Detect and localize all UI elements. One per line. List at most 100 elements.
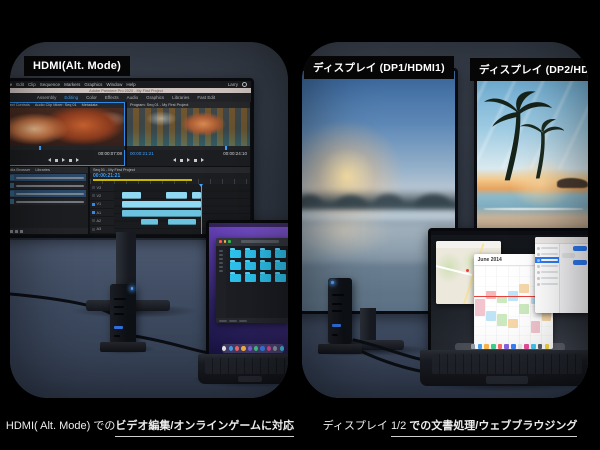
- menu-item: Sequence: [40, 82, 60, 87]
- dock-app-icon: [260, 346, 264, 351]
- menu-item: Clip: [28, 82, 36, 87]
- menu-item: Window: [106, 82, 122, 87]
- monitor-left: FileEditClipSequenceMarkersGraphicsWindo…: [10, 78, 254, 238]
- calendar-event: [497, 314, 506, 326]
- dock-app-icon: [267, 346, 271, 351]
- tab-libraries: Libraries: [35, 168, 50, 172]
- timeline-clip: [168, 219, 195, 225]
- record-icon: [194, 159, 197, 162]
- folder-icon: [275, 262, 286, 270]
- right-scene-panel: June 2014: [302, 42, 588, 398]
- calendar-event: [486, 311, 495, 321]
- sd-card-slot: [114, 298, 126, 300]
- surf-foam: [484, 208, 583, 210]
- program-timecode-current: 00:00:21:21: [130, 151, 154, 156]
- folder-icon: [275, 250, 286, 258]
- trackpad: [238, 376, 263, 383]
- treeline: [302, 167, 455, 210]
- dock-app-icon: [254, 346, 258, 351]
- folder-icon: [260, 262, 271, 270]
- dock-app-icon: [498, 344, 503, 349]
- workspace-tab: Audio: [127, 95, 139, 100]
- workspace-tab: Effects: [105, 95, 119, 100]
- folder-icon: [230, 262, 241, 270]
- premiere-menu-bar: FileEditClipSequenceMarkersGraphicsWindo…: [10, 81, 251, 88]
- track-header: A3: [90, 226, 114, 234]
- dock-stand: [318, 344, 362, 354]
- caption-right-underlined-bold: での文書処理/ウェブブラウジング: [409, 420, 577, 432]
- premiere-screen: FileEditClipSequenceMarkersGraphicsWindo…: [10, 81, 251, 235]
- project-item: [10, 190, 86, 197]
- tab-effect-controls: Effect Controls: [10, 103, 30, 107]
- dock-app-icon: [538, 344, 543, 349]
- dock-app-icon: [478, 344, 483, 349]
- account-name: Larry: [228, 82, 238, 87]
- chat-bubble: [573, 260, 587, 265]
- dock-app-icon: [531, 344, 536, 349]
- menu-item: Help: [126, 82, 135, 87]
- dock-app-icon: [491, 344, 496, 349]
- docking-station: [110, 284, 136, 344]
- caption-right: ディスプレイ 1/2 での文書処理/ウェブブラウジング: [300, 417, 600, 437]
- folder-icon: [245, 250, 256, 258]
- audio-jack: [332, 334, 338, 336]
- folder-icon: [260, 274, 271, 282]
- calendar-event: [519, 284, 528, 292]
- track-header: V1: [90, 201, 114, 209]
- laptop-right: June 2014: [428, 228, 588, 356]
- usb3-port: [332, 324, 341, 327]
- timeline-clip: [166, 192, 188, 199]
- work-area-bar: [93, 179, 192, 181]
- calendar-event: [531, 321, 540, 333]
- timeline-clip: [192, 192, 202, 199]
- keyboard: [205, 358, 288, 375]
- workspace-tabs: AssemblyEditingColorEffectsAudioGraphics…: [10, 93, 251, 102]
- source-timecode: 00:00:07:08: [98, 151, 122, 156]
- map-pin-icon: [466, 269, 469, 272]
- timeline-tab: Seq 01 - My First Project: [93, 168, 135, 172]
- chat-bubble: [562, 253, 574, 258]
- folder-icon: [245, 262, 256, 270]
- workspace-tab: Libraries: [172, 95, 189, 100]
- usb-port: [332, 310, 342, 312]
- dock-app-icon: [248, 346, 252, 351]
- tab-metadata: Metadata: [82, 103, 98, 107]
- timeline-clip: [122, 192, 141, 199]
- source-video-frame: [10, 108, 125, 146]
- dock-app-icon: [222, 346, 226, 351]
- monitor-stand: [360, 308, 376, 344]
- folder-icon: [260, 250, 271, 258]
- finder-path-bar: [216, 318, 288, 323]
- close-icon: [219, 240, 222, 243]
- power-led: [331, 281, 334, 284]
- playhead: [201, 184, 202, 234]
- dock-app-icon: [273, 346, 277, 351]
- messages-window: [535, 237, 588, 313]
- step-back-icon: [173, 158, 176, 162]
- finder-titlebar: [216, 238, 288, 246]
- calendar-event: [497, 296, 506, 303]
- calendar-event: [508, 319, 517, 327]
- menu-item: File: [10, 82, 12, 87]
- left-scene-panel: FileEditClipSequenceMarkersGraphicsWindo…: [10, 42, 288, 398]
- dock-app-icon: [511, 344, 516, 349]
- sd-card-slot: [332, 294, 344, 296]
- track-header: A2: [90, 217, 114, 225]
- calendar-title: June 2014: [478, 257, 502, 263]
- tab-media-browser: Media Browser: [10, 168, 30, 172]
- workspace-tab: Assembly: [37, 95, 57, 100]
- power-led: [131, 287, 134, 290]
- monitor-panels: Effect Controls Audio Clip Mixer: Seq 01…: [10, 102, 251, 166]
- calendar-event: [519, 304, 528, 314]
- caption-left-normal: HDMI( Alt. Mode) での: [6, 420, 115, 432]
- laptop-keyboard-deck: [198, 354, 288, 384]
- badge-display2: ディスプレイ (DP2/HDMI2): [470, 58, 588, 81]
- dock-app-icon: [235, 346, 239, 351]
- program-scrubber: [127, 146, 250, 150]
- mac-dock: [222, 344, 284, 353]
- workspace-tab: Fast Edit: [197, 95, 215, 100]
- source-panel: Effect Controls Audio Clip Mixer: Seq 01…: [10, 102, 125, 166]
- source-scrubber: [10, 146, 125, 150]
- project-panel-footer: [10, 228, 88, 234]
- laptop-left: [206, 220, 288, 360]
